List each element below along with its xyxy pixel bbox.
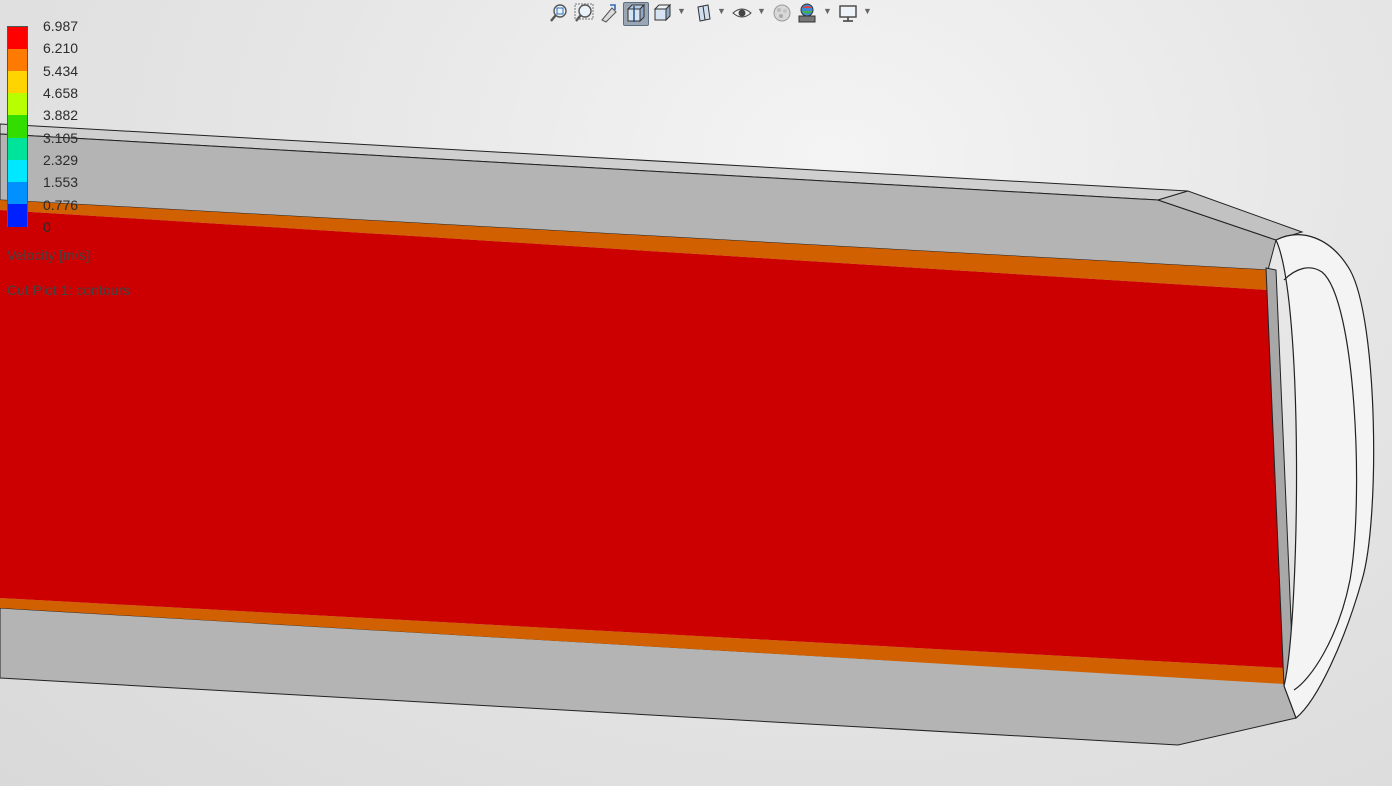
view-settings-icon[interactable] [837, 2, 859, 24]
legend-color-segment [8, 93, 27, 117]
hide-show-dropdown-arrow[interactable]: ▼ [757, 6, 766, 16]
legend-value-label: 6.987 [43, 18, 79, 34]
view-orientation-icon[interactable] [651, 2, 673, 24]
zoom-to-area-icon[interactable] [573, 2, 595, 24]
legend-value-label: 3.105 [43, 129, 79, 146]
legend-value-label: 1.553 [43, 174, 79, 191]
hide-show-items-icon[interactable] [731, 2, 753, 24]
legend-color-bar [7, 26, 28, 227]
legend-value-label: 0 [43, 219, 51, 235]
legend-color-segment [8, 49, 27, 73]
legend-value-label: 5.434 [43, 62, 79, 79]
heads-up-view-toolbar: ▼ ▼ ▼ ▼ ▼ [545, 0, 875, 26]
legend-value-label: 0.776 [43, 196, 79, 213]
legend-color-segment [8, 159, 27, 183]
legend-quantity-label: Velocity [m/s] [7, 247, 90, 263]
cut-plot-label: Cut Plot 1: contours [7, 282, 130, 298]
apply-scene-icon[interactable] [796, 2, 818, 24]
legend-value-label: 3.882 [43, 107, 79, 124]
view-settings-dropdown-arrow[interactable]: ▼ [863, 6, 872, 16]
section-view-icon[interactable] [623, 2, 649, 26]
legend-value-label: 4.658 [43, 85, 79, 101]
view-orientation-dropdown-arrow[interactable]: ▼ [677, 6, 686, 16]
legend-value-label: 2.329 [43, 152, 79, 168]
legend-color-segment [8, 181, 27, 205]
legend-color-segment [8, 203, 27, 227]
legend-color-segment [8, 115, 27, 139]
legend-color-segment [8, 71, 27, 95]
legend-color-segment [8, 137, 27, 161]
end-cap-outer [1275, 234, 1375, 719]
display-style-icon[interactable] [692, 2, 714, 24]
previous-view-icon[interactable] [598, 2, 620, 24]
zoom-to-fit-icon[interactable] [548, 2, 570, 24]
model-viewport[interactable] [0, 0, 1392, 786]
display-style-dropdown-arrow[interactable]: ▼ [717, 6, 726, 16]
apply-scene-dropdown-arrow[interactable]: ▼ [823, 6, 832, 16]
legend-value-label: 6.210 [43, 40, 79, 57]
edit-appearance-icon[interactable] [771, 2, 793, 24]
legend-color-segment [8, 27, 27, 50]
